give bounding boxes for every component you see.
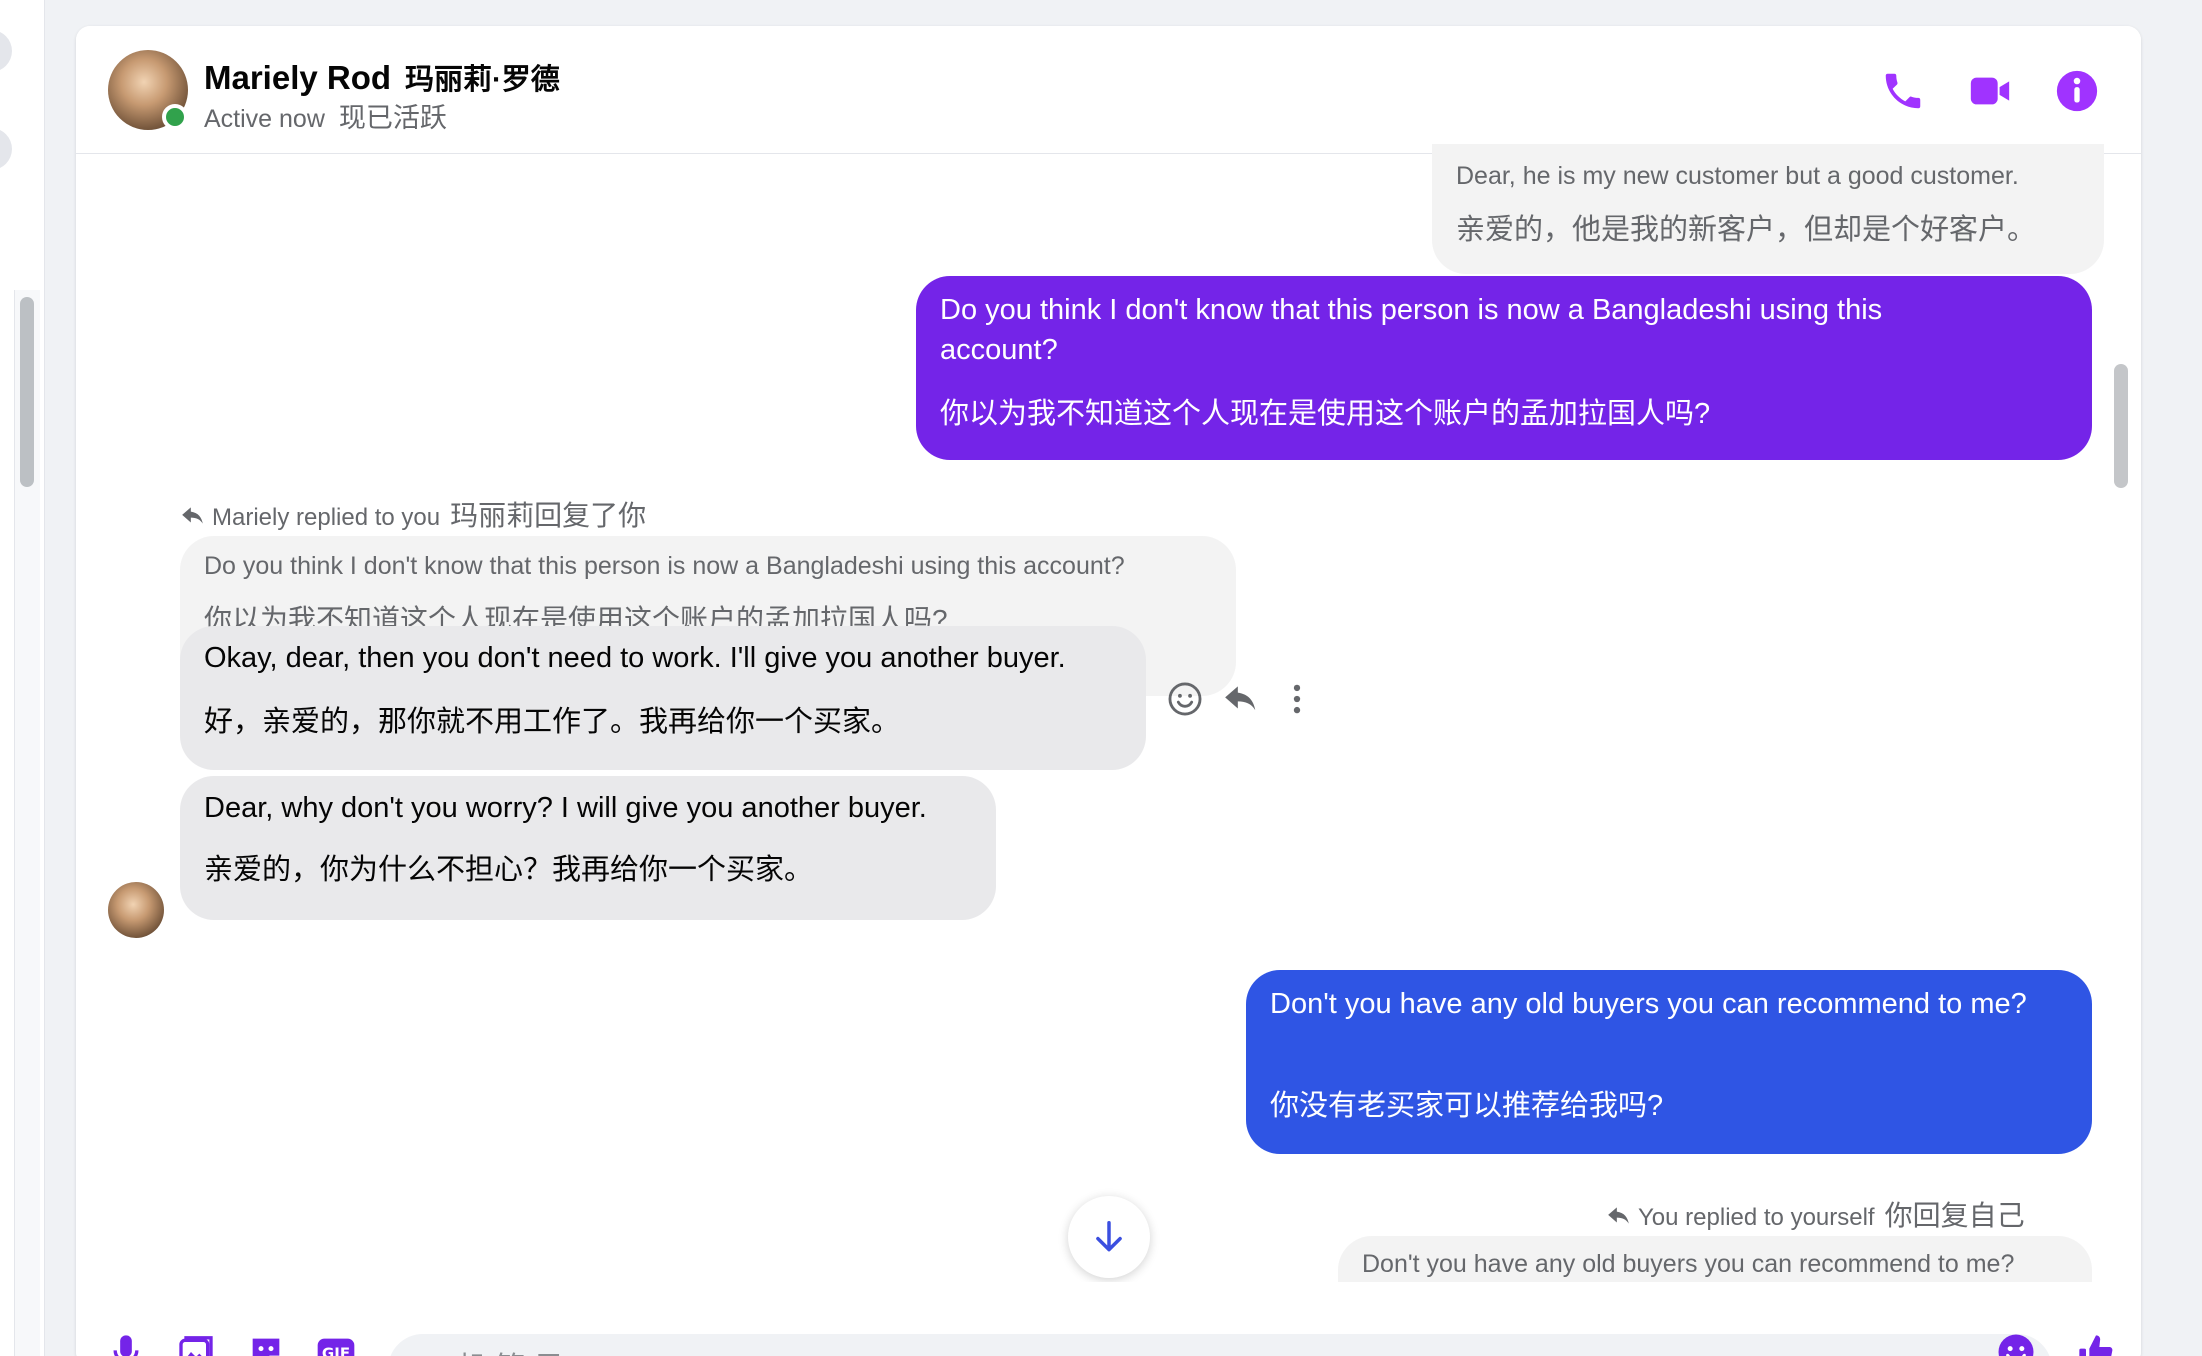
contact-name[interactable]: Mariely Rod 玛丽莉·罗德 xyxy=(204,56,560,98)
message-input[interactable] xyxy=(388,1334,2052,1356)
message-text-cn: 你没有老买家可以推荐给我吗? xyxy=(1270,1090,1664,1122)
mic-icon[interactable] xyxy=(106,1332,146,1356)
message-text-cn: 亲爱的，你为什么不担心？我再给你一个买家。 xyxy=(204,854,814,886)
video-icon[interactable] xyxy=(1967,68,2013,114)
message-bubble[interactable]: Don't you have any old buyers you can re… xyxy=(1246,970,2092,1154)
contact-avatar-small[interactable] xyxy=(108,882,164,938)
info-icon[interactable] xyxy=(2054,68,2100,114)
sidebar-avatar[interactable] xyxy=(0,30,12,72)
phone-icon[interactable] xyxy=(1880,68,1926,114)
message-text-en: Don't you have any old buyers you can re… xyxy=(1270,988,2027,1020)
chat-header: Mariely Rod 玛丽莉·罗德 Active now 现已活跃 xyxy=(76,26,2141,154)
scroll-to-bottom-button[interactable] xyxy=(1068,1196,1150,1278)
arrow-down-icon xyxy=(1096,1221,1122,1252)
contact-status: Active now 现已活跃 xyxy=(204,96,447,135)
reply-label-cn: 你回复自己 xyxy=(1884,1200,2025,1231)
gallery-icon[interactable] xyxy=(176,1332,216,1356)
message-text-en: Dear, he is my new customer but a good c… xyxy=(1456,162,2019,190)
reply-label: You replied to yourself 你回复自己 xyxy=(1606,1194,2025,1234)
reply-label-cn: 玛丽莉回复了你 xyxy=(450,500,647,531)
reply-label-en: You replied to yourself xyxy=(1638,1204,1875,1231)
message-text-cn: 亲爱的，他是我的新客户，但却是个好客户。 xyxy=(1456,214,2037,246)
gif-icon[interactable]: GIF xyxy=(316,1332,356,1356)
message-text-en: Dear, why don't you worry? I will give y… xyxy=(204,792,927,824)
chat-panel: Mariely Rod 玛丽莉·罗德 Active now 现已活跃 Dear, h… xyxy=(76,26,2141,1356)
message-list: Dear, he is my new customer but a good c… xyxy=(76,144,2141,1326)
message-text-cn: 你以为我不知道这个人现在是使用这个账户的孟加拉国人吗? xyxy=(940,398,1711,430)
emoji-icon[interactable] xyxy=(1996,1332,2036,1356)
more-icon[interactable] xyxy=(1278,680,1316,718)
message-text-en: Okay, dear, then you don't need to work.… xyxy=(204,642,1066,674)
composer: GIF xyxy=(76,1282,2141,1356)
message-scrollbar[interactable] xyxy=(2114,364,2128,488)
sticker-icon[interactable] xyxy=(246,1332,286,1356)
message-bubble[interactable]: Okay, dear, then you don't need to work.… xyxy=(180,626,1146,770)
message-bubble[interactable]: Dear, he is my new customer but a good c… xyxy=(1432,144,2104,274)
reply-label: Mariely replied to you 玛丽莉回复了你 xyxy=(180,494,646,534)
reply-label-en: Mariely replied to you xyxy=(212,504,441,531)
like-icon[interactable] xyxy=(2076,1332,2116,1356)
quoted-text-en: Don't you have any old buyers you can re… xyxy=(1362,1250,2015,1278)
smiley-icon[interactable] xyxy=(1166,680,1204,718)
left-sidebar xyxy=(0,0,45,1356)
message-text-cn: 好，亲爱的，那你就不用工作了。我再给你一个买家。 xyxy=(204,706,901,738)
quoted-text-en: Do you think I don't know that this pers… xyxy=(204,552,1125,580)
active-status-dot xyxy=(162,104,188,130)
contact-name-en: Mariely Rod xyxy=(204,59,392,96)
sidebar-scrollbar[interactable] xyxy=(20,297,34,487)
sidebar-avatar[interactable] xyxy=(0,128,12,170)
status-en: Active now xyxy=(204,105,325,133)
reply-arrow-icon xyxy=(182,507,203,524)
message-text-en: Do you think I don't know that this pers… xyxy=(940,294,1883,326)
status-cn: 现已活跃 xyxy=(338,103,447,133)
message-text-en: account? xyxy=(940,334,1058,366)
reply-icon[interactable] xyxy=(1222,680,1260,718)
message-bubble[interactable]: Do you think I don't know that this pers… xyxy=(916,276,2092,460)
reply-arrow-icon xyxy=(1608,1207,1629,1224)
contact-name-cn: 玛丽莉·罗德 xyxy=(405,64,560,96)
message-bubble[interactable]: Dear, why don't you worry? I will give y… xyxy=(180,776,996,920)
gif-label: GIF xyxy=(322,1345,350,1356)
